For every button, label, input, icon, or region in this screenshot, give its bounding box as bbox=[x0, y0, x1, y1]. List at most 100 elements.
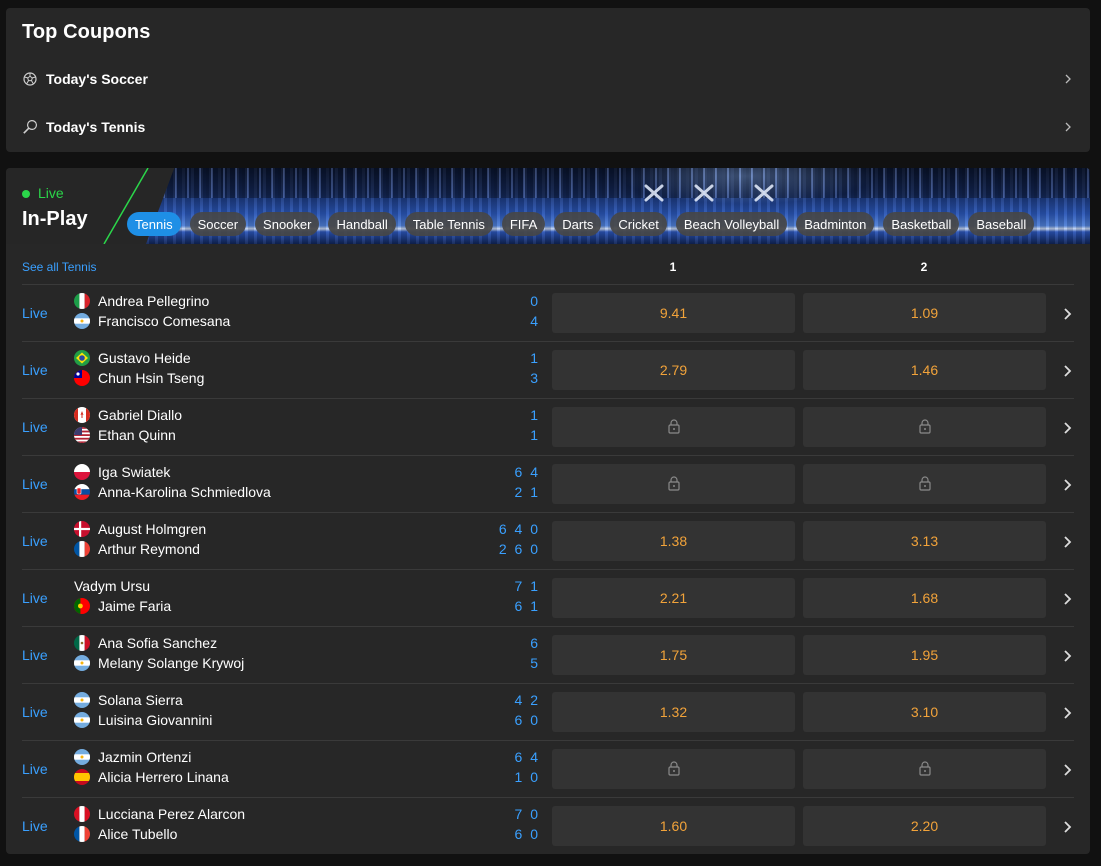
odds-away-button[interactable]: 1.68 bbox=[803, 578, 1046, 618]
player-home: Solana Sierra bbox=[74, 690, 183, 710]
match-row[interactable]: Live Gabriel Diallo Ethan Quinn 1 1 bbox=[22, 398, 1074, 455]
odds-away-button[interactable]: 1.09 bbox=[803, 293, 1046, 333]
score-away: 1 0 bbox=[514, 769, 540, 785]
coupon-label: Today's Soccer bbox=[46, 71, 148, 87]
column-header-away: 2 bbox=[920, 260, 928, 274]
tab-darts[interactable]: Darts bbox=[554, 212, 602, 236]
odds-home-button-locked bbox=[552, 464, 795, 504]
chevron-right-icon[interactable] bbox=[1060, 705, 1074, 721]
match-row[interactable]: Live August Holmgren Arthur Reymond 6 4 0 2 … bbox=[22, 512, 1074, 569]
chevron-right-icon[interactable] bbox=[1060, 819, 1074, 835]
flag-slovakia-icon bbox=[74, 484, 90, 500]
match-row[interactable]: Live Lucciana Perez Alarcon Alice Tubello 7… bbox=[22, 797, 1074, 854]
player-home: Gabriel Diallo bbox=[74, 405, 182, 425]
score-away: 6 0 bbox=[514, 712, 540, 728]
lock-icon bbox=[918, 418, 932, 437]
coupon-todays-soccer[interactable]: Today's Soccer bbox=[6, 55, 1090, 103]
score-away: 5 bbox=[530, 655, 540, 671]
odds-home-button[interactable]: 2.79 bbox=[552, 350, 795, 390]
player-away: Arthur Reymond bbox=[74, 539, 200, 559]
see-all-tennis-link[interactable]: See all Tennis bbox=[22, 260, 97, 274]
coupon-todays-tennis[interactable]: Today's Tennis bbox=[6, 103, 1090, 151]
odds-home-button[interactable]: 1.75 bbox=[552, 635, 795, 675]
player-away: Jaime Faria bbox=[74, 596, 171, 616]
player-away: Chun Hsin Tseng bbox=[74, 368, 204, 388]
player-name: Iga Swiatek bbox=[98, 464, 171, 480]
score-home: 1 bbox=[530, 350, 540, 366]
score-away: 4 bbox=[530, 313, 540, 329]
lock-icon bbox=[667, 475, 681, 494]
score-away: 1 bbox=[530, 427, 540, 443]
tab-baseball[interactable]: Baseball bbox=[968, 212, 1035, 236]
tab-soccer[interactable]: Soccer bbox=[189, 212, 247, 236]
score-home: 0 bbox=[530, 293, 540, 309]
tab-fifa[interactable]: FIFA bbox=[501, 212, 546, 236]
score-away: 2 6 0 bbox=[498, 541, 540, 557]
flag-usa-icon bbox=[74, 427, 90, 443]
chevron-right-icon[interactable] bbox=[1060, 648, 1074, 664]
chevron-right-icon[interactable] bbox=[1060, 306, 1074, 322]
match-status: Live bbox=[22, 647, 48, 663]
match-status: Live bbox=[22, 590, 48, 606]
chevron-right-icon[interactable] bbox=[1060, 477, 1074, 493]
odds-away-button[interactable]: 1.95 bbox=[803, 635, 1046, 675]
player-name: Solana Sierra bbox=[98, 692, 183, 708]
player-home: Jazmin Ortenzi bbox=[74, 747, 191, 767]
match-row[interactable]: Live Vadym Ursu Jaime Faria 7 1 6 1 2.21 1.68 bbox=[22, 569, 1074, 626]
player-home: August Holmgren bbox=[74, 519, 206, 539]
tab-handball[interactable]: Handball bbox=[328, 212, 396, 236]
player-name: Arthur Reymond bbox=[98, 541, 200, 557]
odds-home-button[interactable]: 1.38 bbox=[552, 521, 795, 561]
player-name: Ethan Quinn bbox=[98, 427, 176, 443]
flag-peru-icon bbox=[74, 806, 90, 822]
player-away: Ethan Quinn bbox=[74, 425, 176, 445]
flag-argentina-icon bbox=[74, 692, 90, 708]
player-home: Lucciana Perez Alarcon bbox=[74, 804, 245, 824]
player-name: August Holmgren bbox=[98, 521, 207, 537]
player-name: Jazmin Ortenzi bbox=[98, 749, 192, 765]
odds-home-button-locked bbox=[552, 407, 795, 447]
soccer-ball-icon bbox=[22, 71, 38, 87]
chevron-right-icon[interactable] bbox=[1060, 762, 1074, 778]
tab-snooker[interactable]: Snooker bbox=[255, 212, 320, 236]
odds-away-button[interactable]: 3.13 bbox=[803, 521, 1046, 561]
match-row[interactable]: Live Andrea Pellegrino Francisco Comesana 0… bbox=[22, 284, 1074, 341]
flag-poland-icon bbox=[74, 464, 90, 480]
chevron-right-icon[interactable] bbox=[1060, 534, 1074, 550]
flag-brazil-icon bbox=[74, 350, 90, 366]
match-row[interactable]: Live Ana Sofia Sanchez Melany Solange Kryw… bbox=[22, 626, 1074, 683]
odds-away-button[interactable]: 1.46 bbox=[803, 350, 1046, 390]
match-row[interactable]: Live Solana Sierra Luisina Giovannini 4 2 6 … bbox=[22, 683, 1074, 740]
tab-basketball[interactable]: Basketball bbox=[883, 212, 960, 236]
chevron-right-icon[interactable] bbox=[1060, 591, 1074, 607]
top-coupons-title: Top Coupons bbox=[22, 21, 151, 43]
tab-cricket[interactable]: Cricket bbox=[610, 212, 667, 236]
tab-beach-volleyball[interactable]: Beach Volleyball bbox=[675, 212, 788, 236]
tab-badminton[interactable]: Badminton bbox=[796, 212, 875, 236]
match-row[interactable]: Live Jazmin Ortenzi Alicia Herrero Linana 6… bbox=[22, 740, 1074, 797]
flag-spain-icon bbox=[74, 769, 90, 785]
player-name: Chun Hsin Tseng bbox=[98, 370, 205, 386]
odds-home-button[interactable]: 9.41 bbox=[552, 293, 795, 333]
player-home: Vadym Ursu bbox=[74, 576, 150, 596]
odds-home-button[interactable]: 1.60 bbox=[552, 806, 795, 846]
odds-home-button[interactable]: 1.32 bbox=[552, 692, 795, 732]
odds-away-button[interactable]: 2.20 bbox=[803, 806, 1046, 846]
match-row[interactable]: Live Iga Swiatek Anna-Karolina Schmiedlova… bbox=[22, 455, 1074, 512]
flag-argentina-icon bbox=[74, 712, 90, 728]
score-home: 6 4 bbox=[514, 749, 540, 765]
flag-argentina-icon bbox=[74, 749, 90, 765]
chevron-right-icon[interactable] bbox=[1060, 420, 1074, 436]
odds-home-button[interactable]: 2.21 bbox=[552, 578, 795, 618]
tab-table-tennis[interactable]: Table Tennis bbox=[404, 212, 493, 236]
flag-portugal-icon bbox=[74, 598, 90, 614]
score-away: 6 0 bbox=[514, 826, 540, 842]
player-name: Vadym Ursu bbox=[74, 578, 150, 594]
match-row[interactable]: Live Gustavo Heide Chun Hsin Tseng 1 3 2.79 1.… bbox=[22, 341, 1074, 398]
score-home: 7 1 bbox=[514, 578, 540, 594]
odds-away-button[interactable]: 3.10 bbox=[803, 692, 1046, 732]
score-home: 6 bbox=[530, 635, 540, 651]
chevron-right-icon[interactable] bbox=[1060, 363, 1074, 379]
odds-away-button-locked bbox=[803, 464, 1046, 504]
tab-tennis[interactable]: Tennis bbox=[127, 212, 181, 236]
